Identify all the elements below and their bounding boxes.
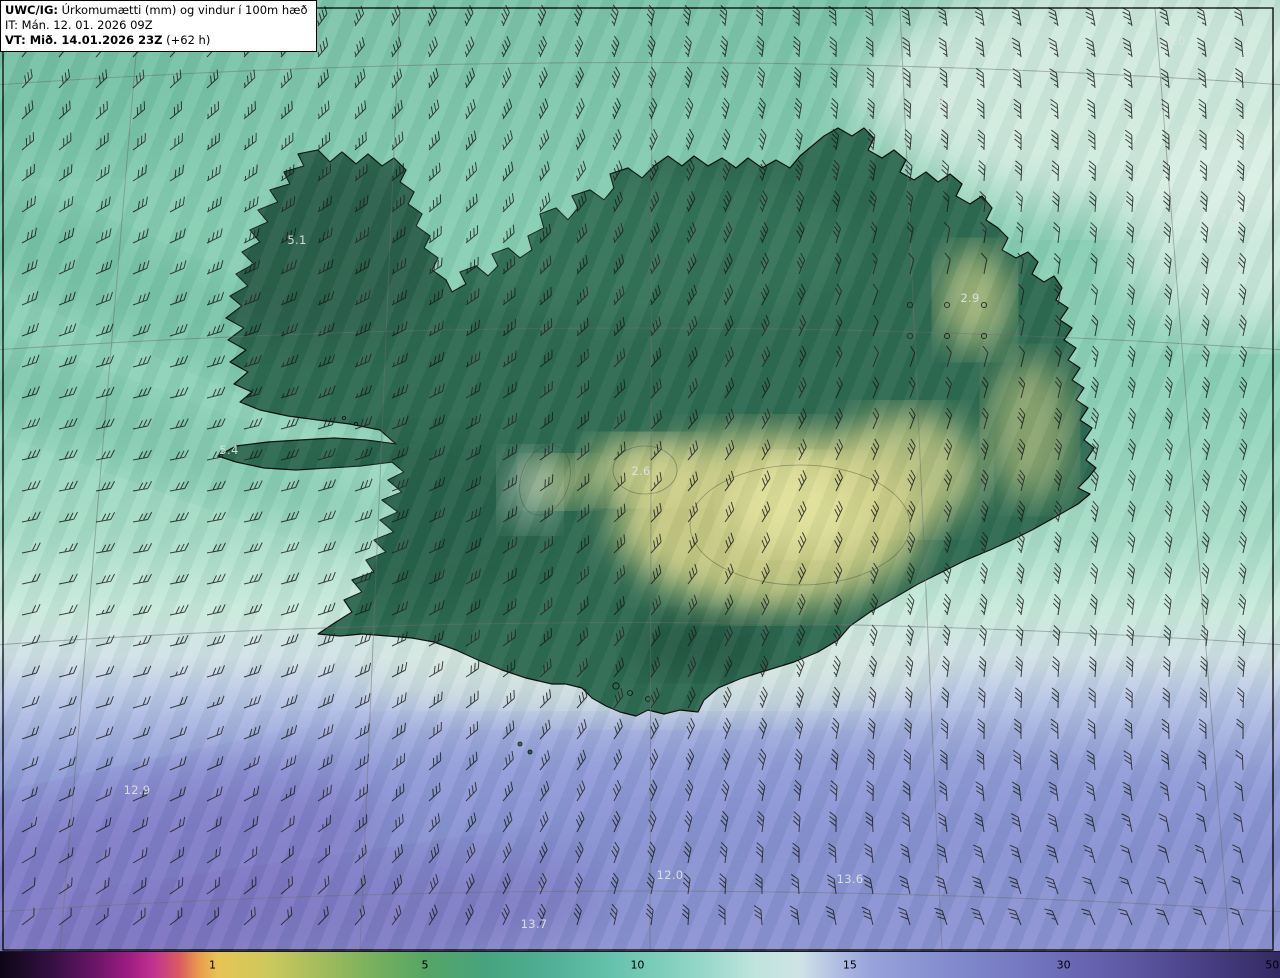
map-area: [0, 0, 1280, 952]
valid-time: VT: Mið. 14.01.2026 23Z: [5, 32, 163, 47]
weather-map-page: 6.0 9.9 7.0 5.1 2.9 5.4 2.6 12.9 12.0 13.6 13.7 UW…: [0, 0, 1280, 978]
model-label: UWC/IG:: [5, 3, 58, 17]
info-line-title: UWC/IG: Úrkomumætti (mm) og vindur í 100…: [5, 3, 308, 18]
map-title: Úrkomumætti (mm) og vindur í 100m hæð: [57, 3, 308, 17]
valid-time-offset: (+62 h): [162, 32, 211, 47]
colorbar-tick: 30: [1056, 958, 1071, 972]
colorbar-tick: 15: [842, 958, 857, 972]
map-info-box: UWC/IG: Úrkomumætti (mm) og vindur í 100…: [0, 0, 317, 52]
map-canvas: [0, 0, 1280, 952]
colorbar-tick: 10: [630, 958, 645, 972]
info-line-vt: VT: Mið. 14.01.2026 23Z (+62 h): [5, 33, 308, 48]
colorbar-tick: 50: [1265, 958, 1280, 972]
precip-colorbar: 1 5 10 15 30 50: [0, 951, 1280, 978]
colorbar-tick: 5: [421, 958, 429, 972]
info-line-it: IT: Mán. 12. 01. 2026 09Z: [5, 17, 153, 32]
colorbar-tick: 1: [208, 958, 216, 972]
